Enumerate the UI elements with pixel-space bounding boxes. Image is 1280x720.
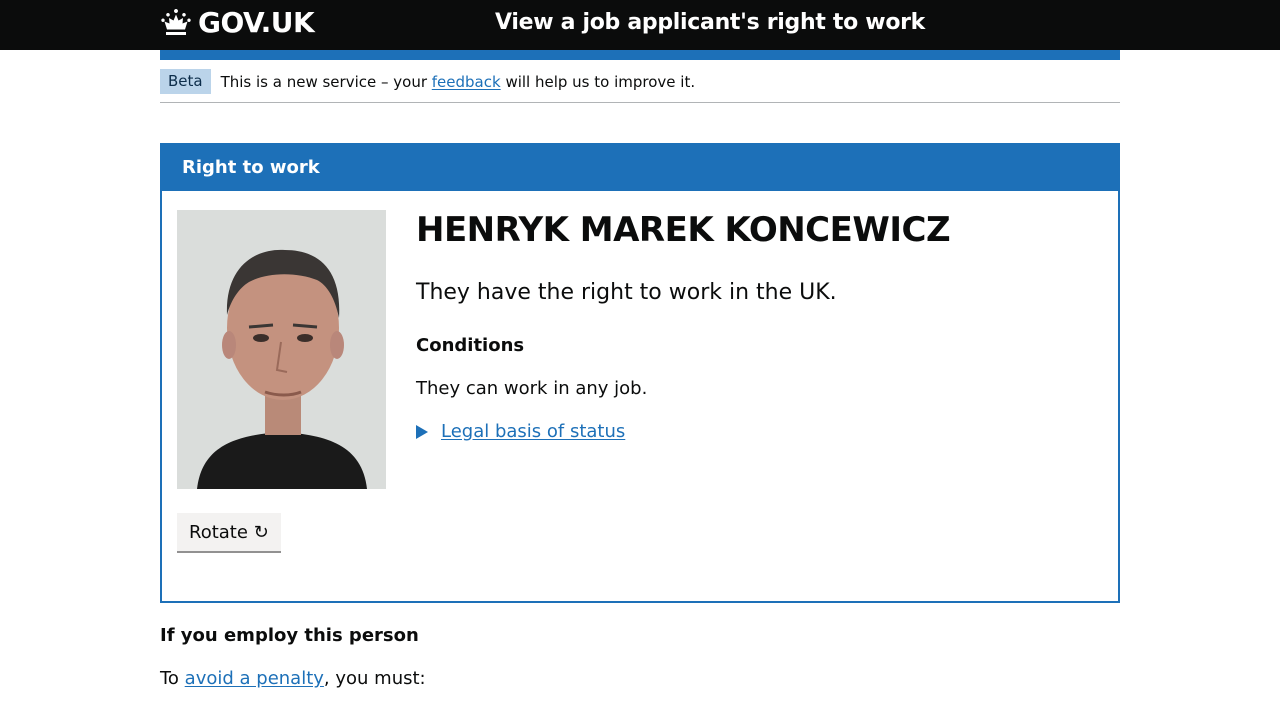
crown-icon — [161, 8, 191, 35]
header-container: GOV.UK View a job applicant's right to w… — [160, 0, 1120, 50]
triangle-right-icon — [416, 424, 428, 439]
applicant-photo — [177, 210, 386, 489]
panel-title: Right to work — [162, 145, 1118, 191]
phase-text-after: will help us to improve it. — [500, 72, 696, 91]
employ-heading: If you employ this person — [160, 625, 419, 646]
header-blue-rule — [160, 50, 1120, 60]
status-text: They have the right to work in the UK. — [416, 280, 837, 305]
employ-text-after: , you must: — [323, 668, 426, 689]
right-to-work-panel: Right to work Rotate ↻ HENRYK MAREK KONC… — [160, 143, 1120, 603]
employ-text-before: To — [160, 668, 185, 689]
avoid-penalty-link[interactable]: avoid a penalty — [185, 668, 324, 689]
photo-column: Rotate ↻ — [177, 210, 386, 551]
beta-tag: Beta — [160, 69, 211, 94]
phase-text-before: This is a new service – your — [220, 72, 432, 91]
employ-text: To avoid a penalty, you must: — [160, 668, 1120, 689]
rotate-button[interactable]: Rotate ↻ — [177, 513, 281, 551]
feedback-link[interactable]: feedback — [432, 73, 501, 91]
main-content: Right to work Rotate ↻ HENRYK MAREK KONC… — [160, 143, 1120, 689]
service-name-link[interactable]: View a job applicant's right to work — [495, 10, 925, 35]
legal-basis-details[interactable]: Legal basis of status — [416, 421, 1103, 442]
conditions-text: They can work in any job. — [416, 378, 648, 399]
info-column: HENRYK MAREK KONCEWICZ They have the rig… — [416, 210, 1103, 551]
site-header: GOV.UK View a job applicant's right to w… — [0, 0, 1280, 50]
govuk-logo-link[interactable]: GOV.UK — [160, 6, 315, 39]
phase-banner: Beta This is a new service – your feedba… — [160, 60, 1120, 103]
phase-banner-text: This is a new service – your feedback wi… — [221, 73, 696, 91]
legal-basis-link[interactable]: Legal basis of status — [441, 421, 625, 442]
person-name: HENRYK MAREK KONCEWICZ — [416, 210, 951, 250]
conditions-heading: Conditions — [416, 335, 525, 356]
logo-text: GOV.UK — [198, 6, 315, 39]
panel-body: Rotate ↻ HENRYK MAREK KONCEWICZ They hav… — [162, 191, 1118, 601]
